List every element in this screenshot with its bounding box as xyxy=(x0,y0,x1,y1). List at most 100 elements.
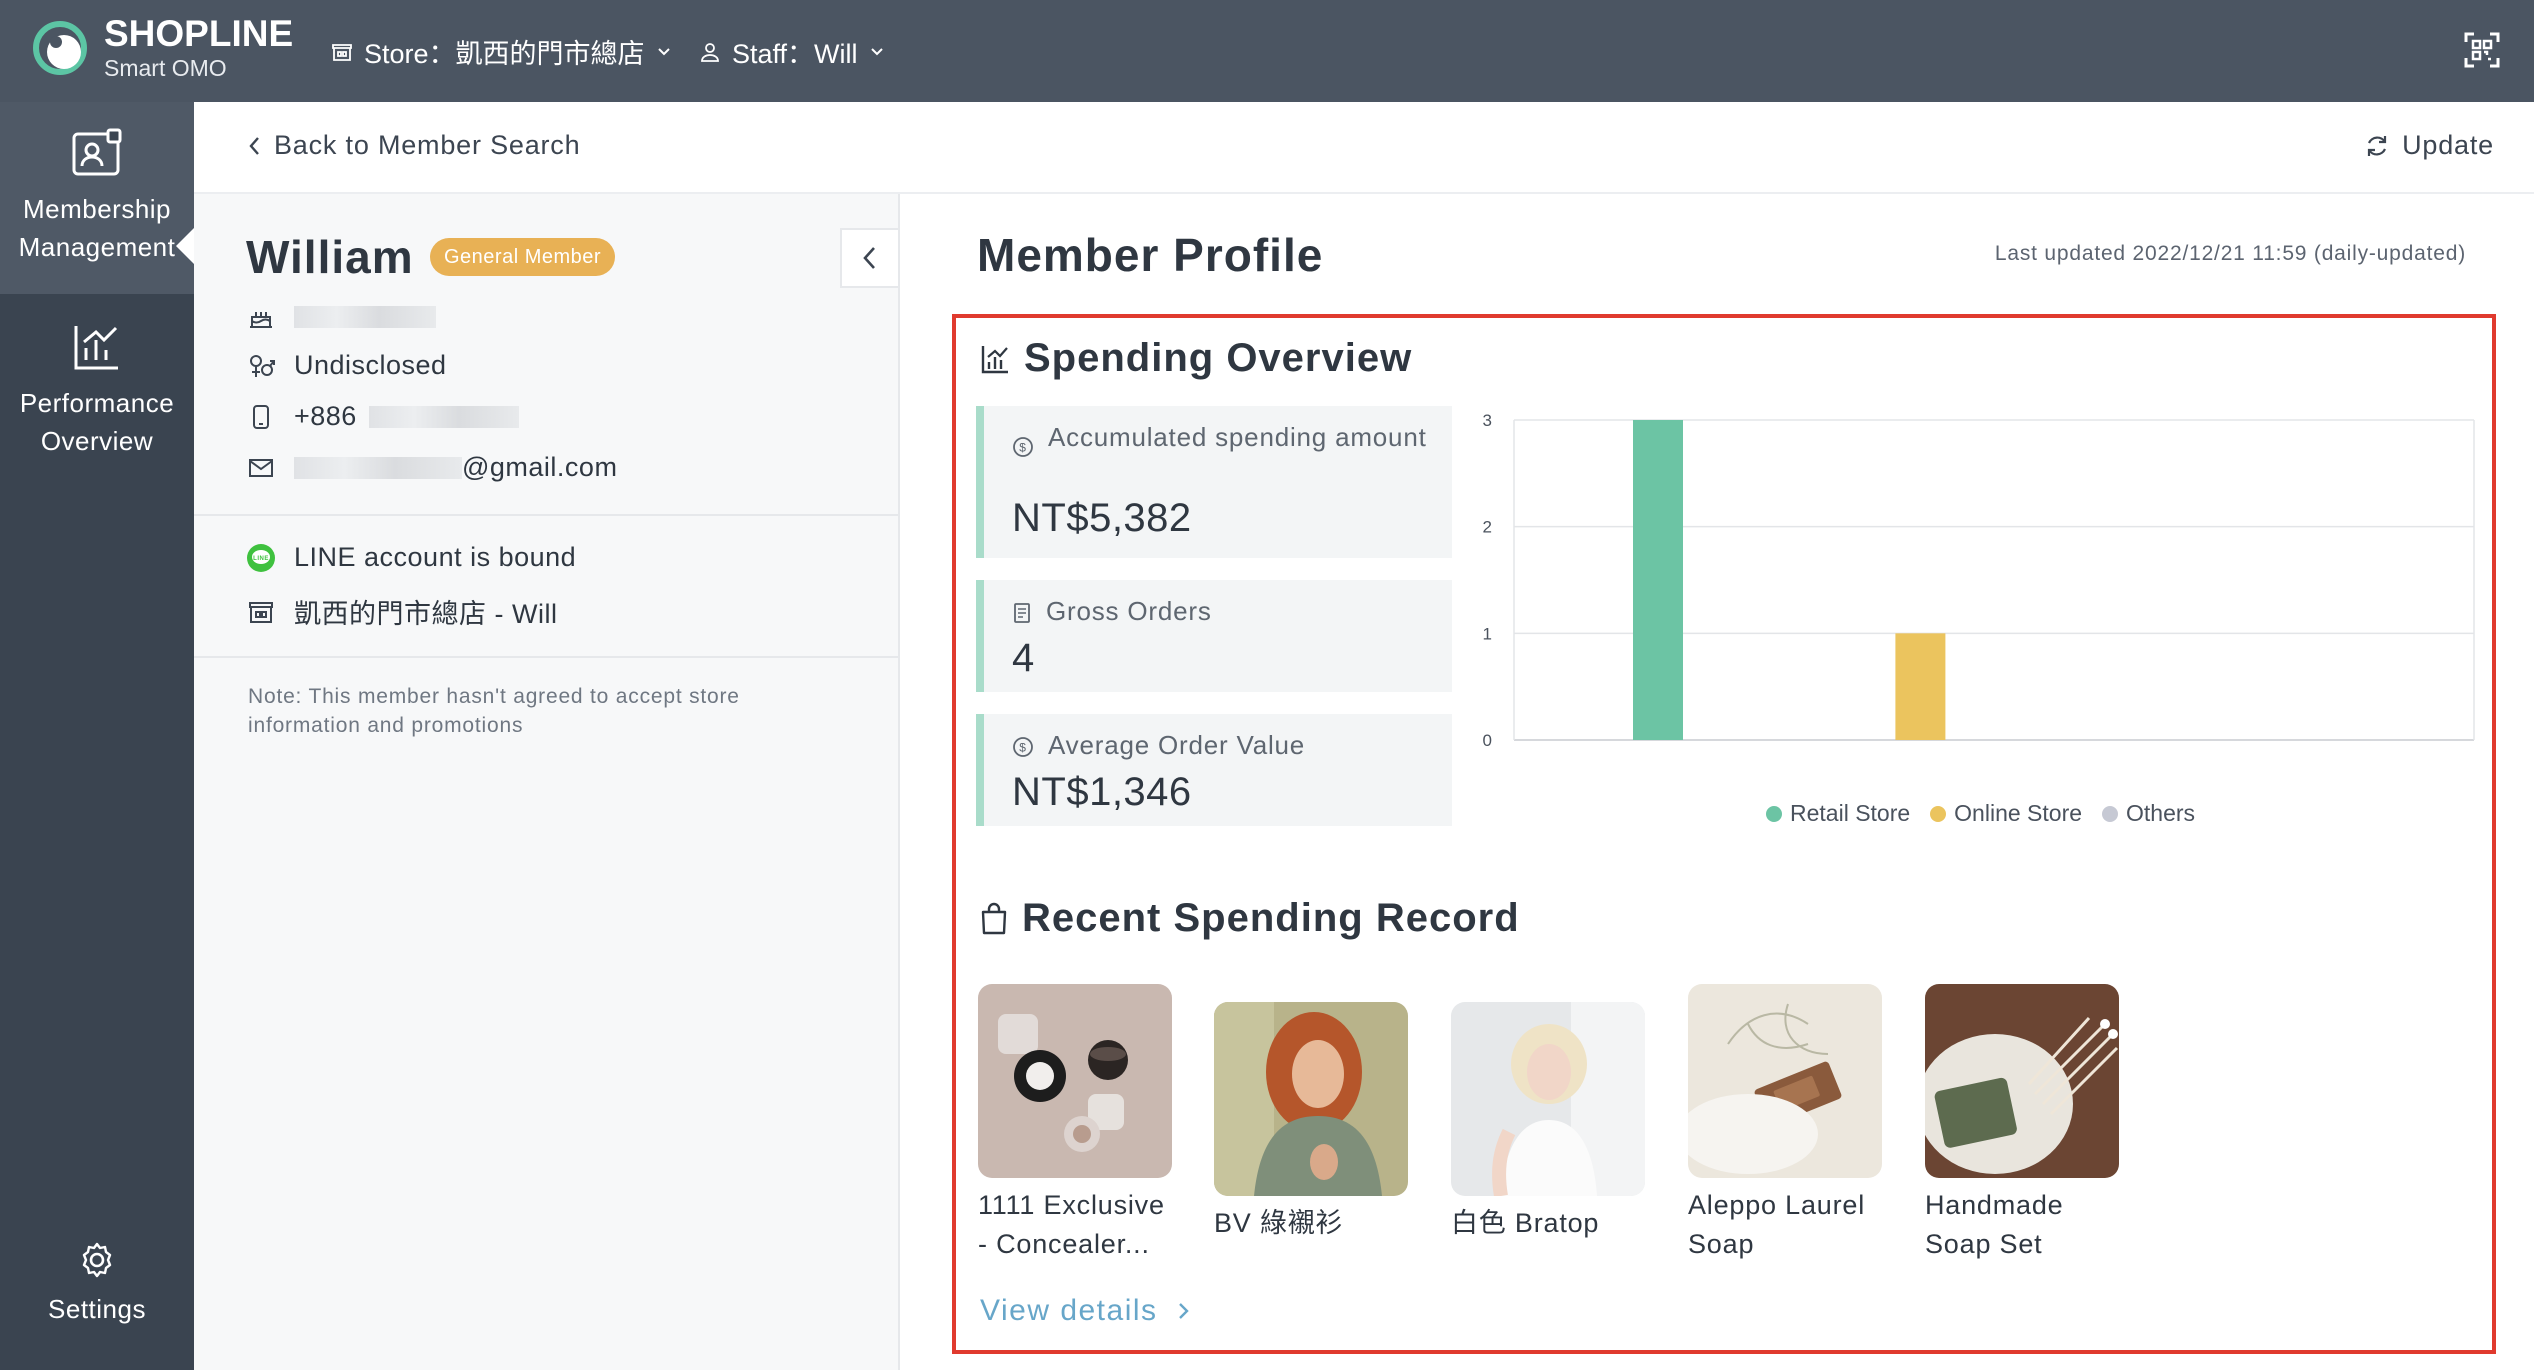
y-tick-label: 1 xyxy=(1483,624,1492,643)
product-image xyxy=(1688,984,1882,1178)
svg-text:$: $ xyxy=(1019,441,1026,455)
product-name: Handmade Soap Set xyxy=(1925,1190,2064,1259)
qr-scan-icon[interactable] xyxy=(2462,30,2502,70)
gender-value: Undisclosed xyxy=(294,350,447,380)
product-name: 白色 Bratop xyxy=(1451,1208,1600,1238)
sidebar-item-performance[interactable]: Performance Overview xyxy=(0,320,194,460)
person-icon xyxy=(701,42,719,62)
store-staff-text: 凱西的門市總店 - Will xyxy=(294,599,558,629)
view-details-label: View details xyxy=(980,1294,1158,1327)
last-updated-text: Last updated 2022/12/21 11:59 (daily-upd… xyxy=(1994,242,2466,265)
back-to-search-link[interactable]: Back to Member Search xyxy=(246,130,580,161)
stat-card-aov: $ Average Order Value NT$1,346 xyxy=(976,714,1452,826)
phone-prefix: +886 xyxy=(294,401,357,431)
stat-label: $ Accumulated spending amount xyxy=(1012,418,1432,458)
member-tier-badge: General Member xyxy=(430,238,616,276)
shopping-bag-icon xyxy=(981,902,1007,934)
sidebar-item-membership[interactable]: Membership Management xyxy=(0,102,194,294)
product-name: Aleppo Laurel Soap xyxy=(1688,1190,1866,1259)
stat-label-text: Accumulated spending amount xyxy=(1048,422,1427,452)
stat-card-accumulated: $ Accumulated spending amount NT$5,382 xyxy=(976,406,1452,558)
store-label: Store：凱西的門市總店 xyxy=(364,39,645,69)
gear-icon xyxy=(82,1242,112,1278)
legend-dot xyxy=(2102,805,2119,822)
legend-dot xyxy=(1766,805,1782,822)
divider xyxy=(194,656,898,658)
member-card-icon xyxy=(72,128,122,176)
stat-value: 4 xyxy=(1012,636,1035,680)
store-selector[interactable]: Store：凱西的門市總店 xyxy=(330,32,673,71)
product-card[interactable]: 白色 Bratop xyxy=(1451,1002,1645,1243)
update-button[interactable]: Update xyxy=(2364,130,2494,161)
line-status-row: LINE LINE account is bound xyxy=(246,542,576,573)
product-image xyxy=(1451,1002,1645,1196)
refresh-icon xyxy=(2368,135,2387,156)
chart-legend: Retail Store Online Store Others xyxy=(1766,800,2195,827)
birthday-redacted xyxy=(294,306,436,328)
chevron-down-icon xyxy=(657,47,670,55)
store-icon xyxy=(249,601,273,623)
chevron-down-icon xyxy=(870,47,883,55)
product-image xyxy=(978,984,1172,1178)
sidebar-item-label: Overview xyxy=(40,426,154,456)
member-info-panel: William General Member Undisclosed +886 … xyxy=(194,194,900,1370)
y-tick-label: 2 xyxy=(1483,518,1492,537)
subheader: Back to Member Search Update xyxy=(194,102,2534,194)
svg-text:LINE: LINE xyxy=(253,556,269,562)
recent-spending-title: Recent Spending Record xyxy=(980,896,1520,941)
product-card[interactable]: 1111 Exclusive - Concealer... xyxy=(978,984,1172,1264)
stat-label: Gross Orders xyxy=(1012,592,1212,630)
page-title: Member Profile xyxy=(977,229,1324,281)
spending-chart: 0 1 2 3 xyxy=(1474,400,2484,850)
active-indicator xyxy=(176,228,194,264)
product-card[interactable]: Handmade Soap Set xyxy=(1925,984,2119,1264)
product-image xyxy=(1214,1002,1408,1196)
legend-item-online[interactable]: Online Store xyxy=(1930,800,2082,827)
stat-label-text: Average Order Value xyxy=(1048,730,1306,760)
sidebar-item-settings[interactable]: Settings xyxy=(0,1240,194,1328)
stat-value: NT$1,346 xyxy=(1012,770,1192,814)
view-details-link[interactable]: View details xyxy=(980,1294,1190,1328)
phone-redacted xyxy=(368,405,519,428)
member-name: William xyxy=(246,231,414,283)
y-tick-label: 0 xyxy=(1483,731,1492,750)
stat-label-text: Gross Orders xyxy=(1046,596,1212,626)
store-icon xyxy=(332,43,352,61)
spending-overview-label: Spending Overview xyxy=(1024,336,1413,380)
divider xyxy=(194,514,898,516)
product-card[interactable]: Aleppo Laurel Soap xyxy=(1688,984,1882,1264)
sidebar: Membership Management Performance Overvi… xyxy=(0,102,194,1370)
mail-icon xyxy=(249,458,273,477)
phone-icon xyxy=(253,404,269,429)
email-redacted xyxy=(294,456,462,479)
line-status-text: LINE account is bound xyxy=(294,542,577,572)
bar-online-store[interactable] xyxy=(1895,633,1946,740)
dollar-icon: $ xyxy=(1013,437,1033,457)
gender-row: Undisclosed xyxy=(246,350,447,381)
product-name: BV 綠襯衫 xyxy=(1214,1208,1344,1238)
product-card[interactable]: BV 綠襯衫 xyxy=(1214,1002,1408,1243)
product-name: 1111 Exclusive - Concealer... xyxy=(978,1190,1165,1259)
y-tick-label: 3 xyxy=(1483,411,1492,430)
brand: SHOPLINE Smart OMO xyxy=(104,14,293,82)
gender-icon xyxy=(250,354,275,377)
legend-label: Retail Store xyxy=(1790,800,1911,826)
collapse-panel-button[interactable] xyxy=(840,228,898,288)
chart-icon xyxy=(981,345,1008,373)
chart-icon xyxy=(74,326,118,370)
chevron-left-icon xyxy=(863,247,875,269)
sidebar-item-label: Membership xyxy=(22,194,172,224)
email-suffix: @gmail.com xyxy=(462,452,618,482)
legend-dot xyxy=(1930,805,1947,822)
sidebar-item-label: Settings xyxy=(48,1294,146,1324)
legend-item-retail[interactable]: Retail Store xyxy=(1766,800,1910,827)
promotion-consent-note: Note: This member hasn't agreed to accep… xyxy=(248,685,740,737)
phone-row: +886 xyxy=(246,401,519,432)
product-image xyxy=(1925,984,2119,1178)
update-label: Update xyxy=(2402,130,2494,160)
bar-retail-store[interactable] xyxy=(1633,420,1683,740)
receipt-icon xyxy=(1014,603,1030,624)
chevron-left-icon xyxy=(249,136,259,155)
legend-item-others[interactable]: Others xyxy=(2102,800,2195,827)
staff-selector[interactable]: Staff：Will xyxy=(698,32,886,71)
